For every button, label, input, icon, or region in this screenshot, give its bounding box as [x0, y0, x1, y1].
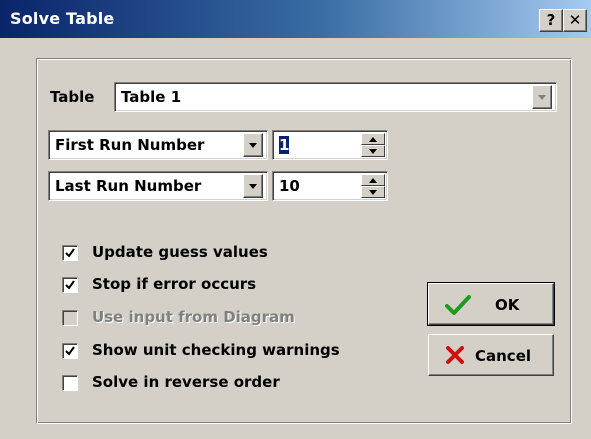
arrow-up-icon: [369, 137, 377, 142]
table-label: Table: [50, 88, 95, 106]
checkbox-label-4[interactable]: Show unit checking warnings: [92, 341, 340, 359]
window-title: Solve Table: [10, 9, 115, 28]
first-run-number-input[interactable]: 1: [272, 130, 388, 160]
arrow-down-icon: [369, 190, 377, 195]
chevron-down-icon: [249, 143, 257, 148]
checkbox-label-5[interactable]: Solve in reverse order: [92, 373, 280, 391]
arrow-up-icon: [369, 178, 377, 183]
first-run-number-value: 1: [279, 136, 290, 154]
table-dropdown-button[interactable]: [532, 85, 552, 109]
checkbox-1[interactable]: [62, 245, 78, 261]
last-run-selector[interactable]: Last Run Number: [48, 171, 268, 201]
table-select-value: Table 1: [121, 88, 182, 106]
last-run-spinner[interactable]: [361, 174, 385, 198]
last-run-number-input[interactable]: 10: [272, 171, 388, 201]
cancel-button-label: Cancel: [475, 347, 532, 365]
red-x-icon: [446, 346, 464, 364]
checkmark-icon: [445, 295, 471, 315]
last-run-dropdown-button[interactable]: [243, 174, 263, 198]
checkbox-5[interactable]: [62, 375, 78, 391]
checkmark-icon: [65, 248, 75, 258]
cancel-button[interactable]: Cancel: [428, 334, 554, 376]
spinner-down-button[interactable]: [361, 145, 385, 157]
checkbox-label-2[interactable]: Stop if error occurs: [92, 275, 256, 293]
spinner-down-button[interactable]: [361, 186, 385, 198]
close-button[interactable]: ✕: [563, 9, 587, 32]
first-run-dropdown-button[interactable]: [243, 133, 263, 157]
ok-button-label: OK: [495, 296, 520, 314]
checkbox-label-1[interactable]: Update guess values: [92, 243, 268, 261]
first-run-selector[interactable]: First Run Number: [48, 130, 268, 160]
help-button[interactable]: ?: [539, 9, 563, 32]
arrow-down-icon: [369, 149, 377, 154]
table-select[interactable]: Table 1: [114, 82, 557, 112]
checkmark-icon: [65, 346, 75, 356]
first-run-selector-value: First Run Number: [55, 136, 205, 154]
last-run-selector-value: Last Run Number: [55, 177, 202, 195]
last-run-number-value: 10: [279, 177, 300, 195]
checkbox-3: [62, 310, 78, 326]
chevron-down-icon: [538, 95, 546, 100]
spinner-up-button[interactable]: [361, 133, 385, 145]
checkbox-2[interactable]: [62, 277, 78, 293]
chevron-down-icon: [249, 184, 257, 189]
first-run-spinner[interactable]: [361, 133, 385, 157]
title-bar: Solve Table ? ✕: [0, 0, 591, 38]
checkbox-label-3: Use input from Diagram: [92, 308, 295, 326]
spinner-up-button[interactable]: [361, 174, 385, 186]
ok-button[interactable]: OK: [427, 282, 555, 326]
checkmark-icon: [65, 280, 75, 290]
checkbox-4[interactable]: [62, 343, 78, 359]
